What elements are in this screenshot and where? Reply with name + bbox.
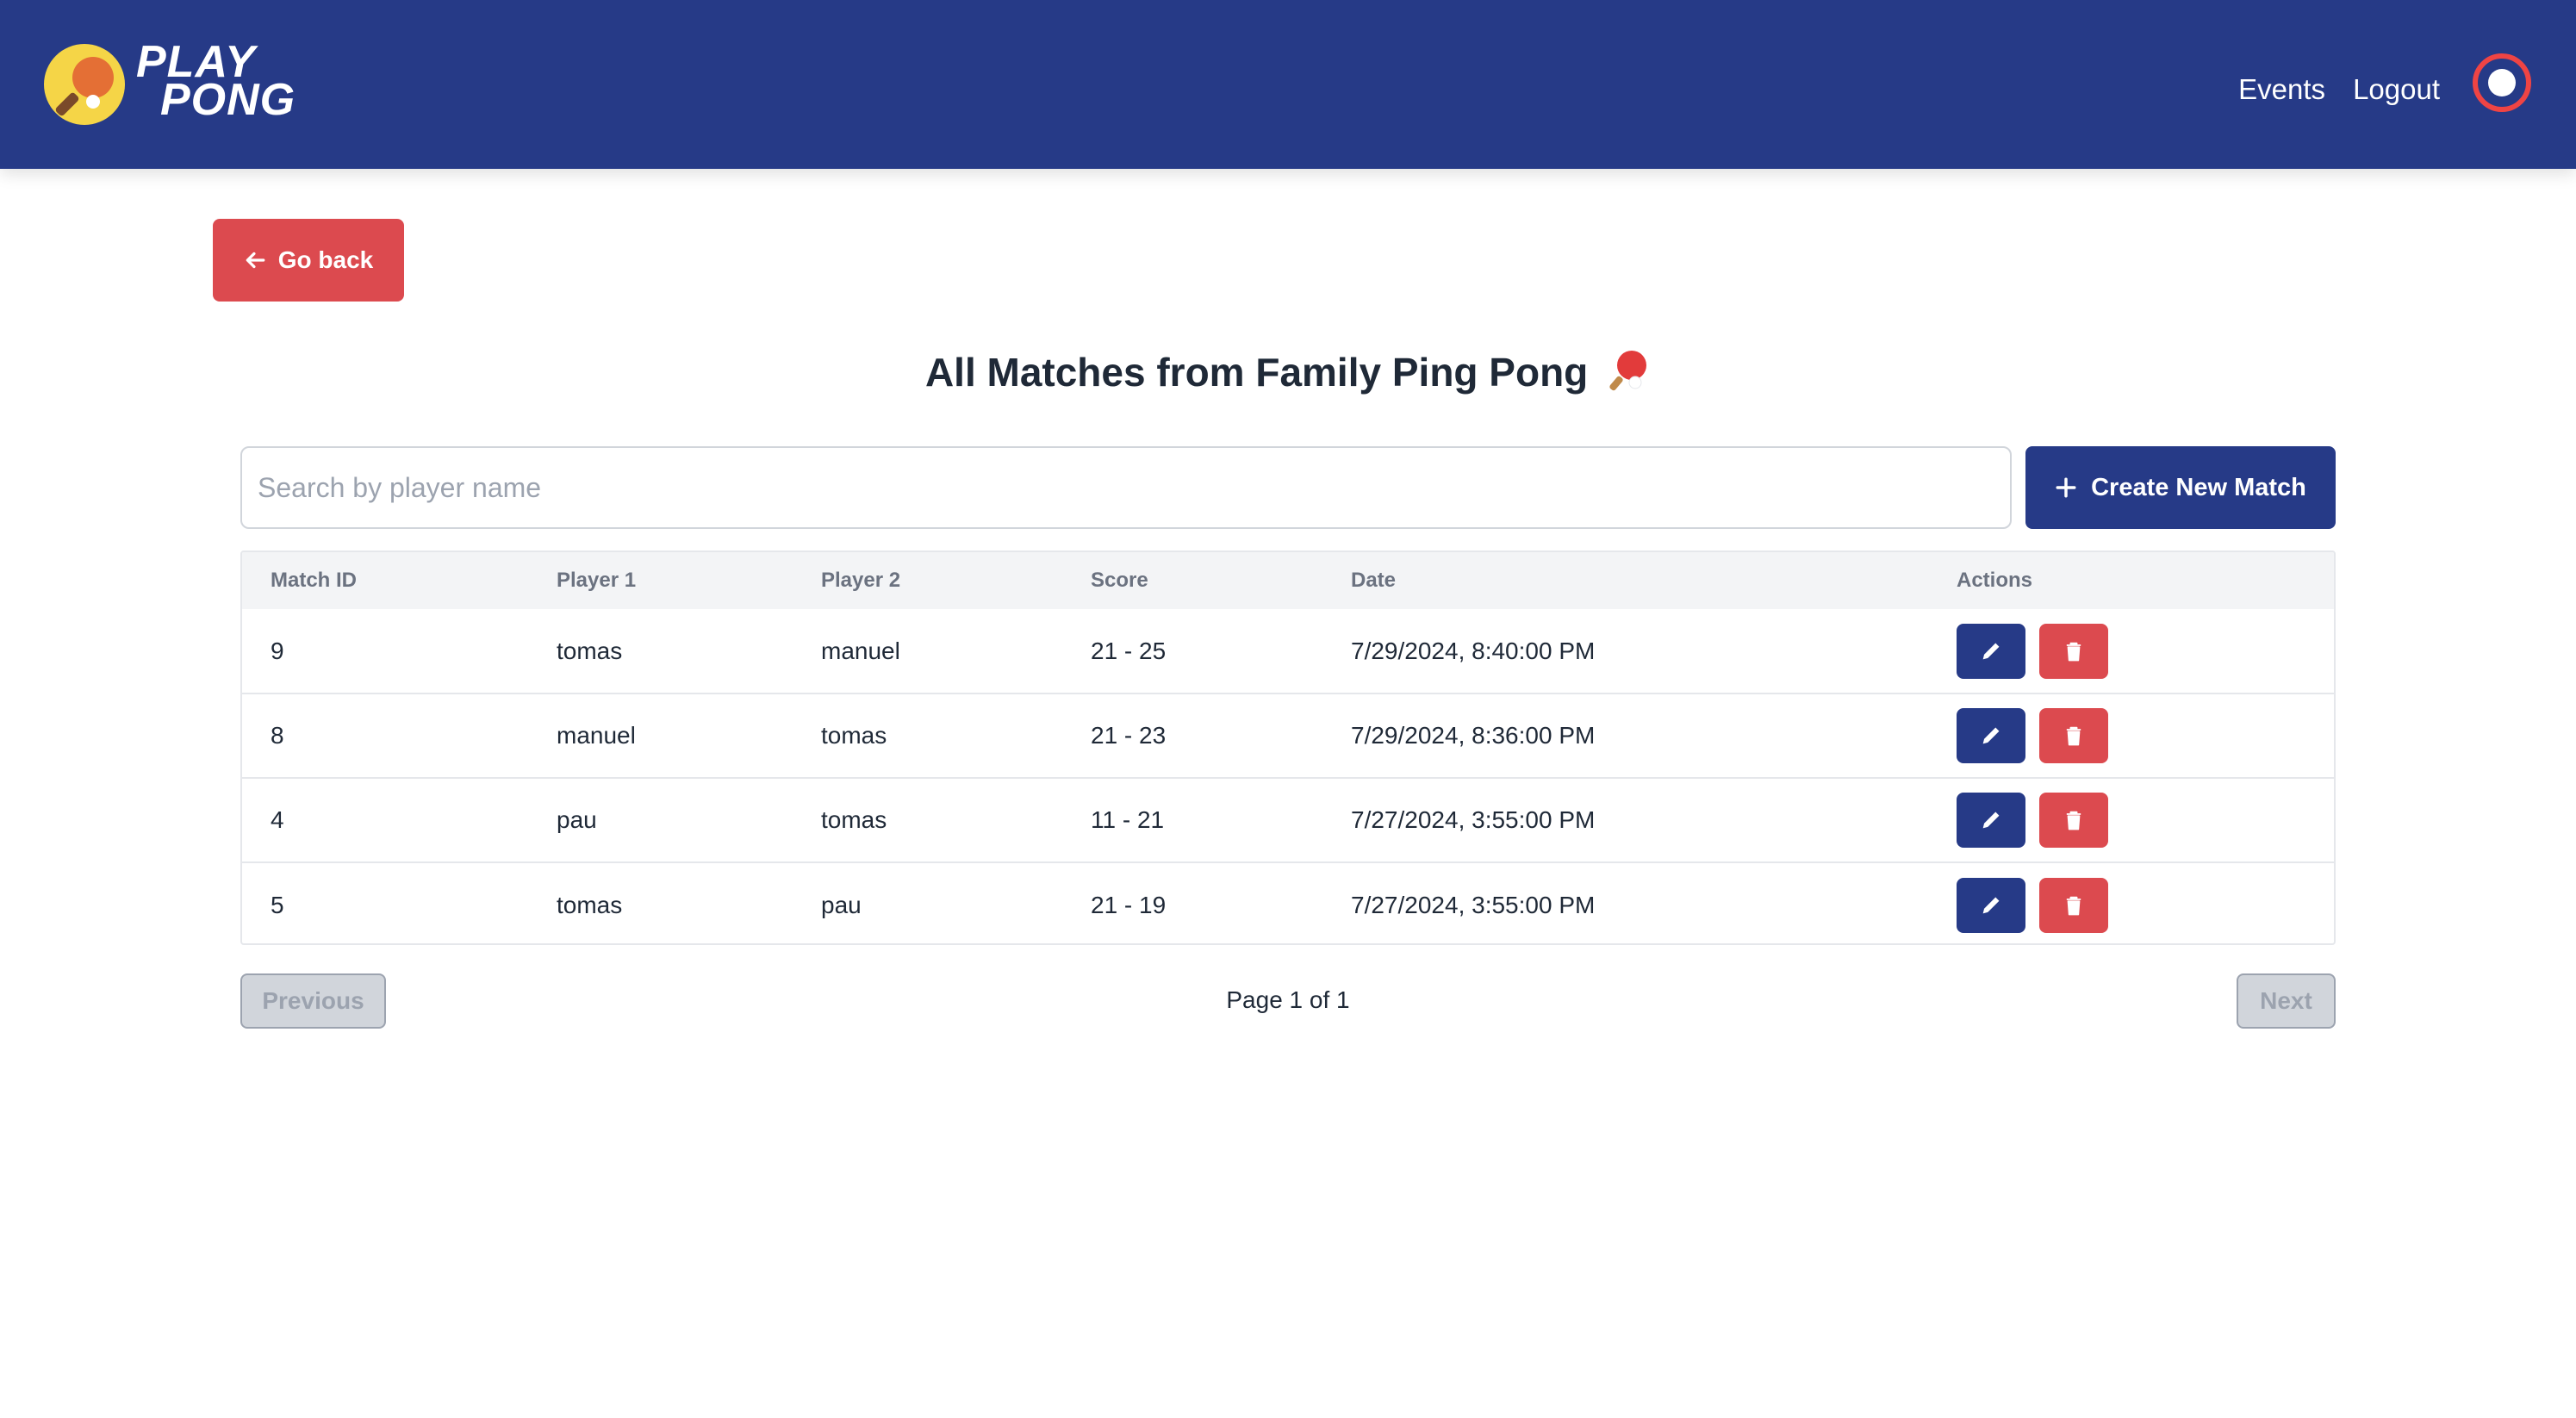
table-row: 9 tomas manuel 21 - 25 7/29/2024, 8:40:0… [242,609,2334,693]
nav-links: Events Logout [2238,53,2531,112]
cell-score: 21 - 23 [1091,722,1167,749]
top-navbar: PLAY PONG Events Logout [0,0,2576,169]
table-header-row: Match ID Player 1 Player 2 Score Date Ac… [242,552,2334,609]
pencil-icon [1982,727,2000,744]
cell-player-2: pau [821,891,862,918]
delete-match-button[interactable] [2039,623,2108,679]
col-player-2: Player 2 [821,569,901,592]
go-back-label: Go back [277,246,374,273]
edit-match-button[interactable] [1957,708,2025,763]
create-new-match-label: Create New Match [2091,473,2306,501]
edit-match-button[interactable] [1957,877,2025,933]
cell-player-1: tomas [557,637,623,664]
edit-match-button[interactable] [1957,623,2025,679]
cell-match-id: 4 [271,806,284,833]
go-back-button[interactable]: Go back [213,219,404,302]
ping-pong-paddle-icon [1609,351,1647,391]
cell-player-2: manuel [821,637,900,664]
brand-line-2: PONG [160,75,296,125]
table-row: 8 manuel tomas 21 - 23 7/29/2024, 8:36:0… [242,693,2334,778]
col-date: Date [1351,569,1397,592]
page-indicator: Page 1 of 1 [1226,986,1350,1013]
cell-date: 7/27/2024, 3:55:00 PM [1351,806,1596,833]
cell-score: 21 - 19 [1091,891,1167,918]
next-page-button[interactable]: Next [2237,973,2336,1029]
page-title-text: All Matches from Family Ping Pong [924,350,1589,395]
theme-toggle[interactable] [2473,53,2531,112]
trash-icon [2066,726,2081,746]
pencil-icon [1982,812,2000,829]
create-new-match-button[interactable]: Create New Match [2025,446,2336,529]
cell-actions [1928,862,2334,943]
cell-match-id: 5 [271,891,284,918]
cell-player-1: tomas [557,891,623,918]
cell-player-2: tomas [821,722,887,749]
cell-player-1: manuel [557,722,636,749]
cell-score: 11 - 21 [1091,806,1165,833]
matches-table: Match ID Player 1 Player 2 Score Date Ac… [240,550,2336,945]
cell-player-1: pau [557,806,597,833]
trash-icon [2066,896,2081,915]
delete-match-button[interactable] [2039,793,2108,848]
nav-logout-link[interactable]: Logout [2353,73,2440,106]
col-match-id: Match ID [271,569,358,592]
play-pong-logo-icon[interactable] [43,43,126,126]
cell-actions [1928,693,2334,778]
arrow-left-icon [246,252,265,269]
pencil-icon [1982,643,2000,659]
cell-actions [1928,609,2334,693]
cell-date: 7/29/2024, 8:36:00 PM [1351,722,1596,749]
cell-player-2: tomas [821,806,887,833]
page-title: All Matches from Family Ping Pong [0,348,2576,395]
col-actions: Actions [1957,569,2033,592]
table-row: 5 tomas pau 21 - 19 7/27/2024, 3:55:00 P… [242,862,2334,943]
cell-date: 7/27/2024, 3:55:00 PM [1351,891,1596,918]
brand-logo-text[interactable]: PLAY PONG [136,40,296,125]
col-player-1: Player 1 [557,569,637,592]
delete-match-button[interactable] [2039,877,2108,933]
col-score: Score [1091,569,1148,592]
plus-icon [2056,477,2076,498]
cell-score: 21 - 25 [1091,637,1167,664]
search-input[interactable] [240,446,2012,529]
pencil-icon [1982,897,2000,913]
trash-icon [2066,642,2081,661]
table-row: 4 pau tomas 11 - 21 7/27/2024, 3:55:00 P… [242,778,2334,862]
trash-icon [2066,811,2081,830]
cell-actions [1928,778,2334,862]
cell-match-id: 8 [271,722,284,749]
edit-match-button[interactable] [1957,793,2025,848]
nav-events-link[interactable]: Events [2238,73,2325,106]
cell-match-id: 9 [271,637,284,664]
cell-date: 7/29/2024, 8:40:00 PM [1351,637,1596,664]
delete-match-button[interactable] [2039,708,2108,763]
